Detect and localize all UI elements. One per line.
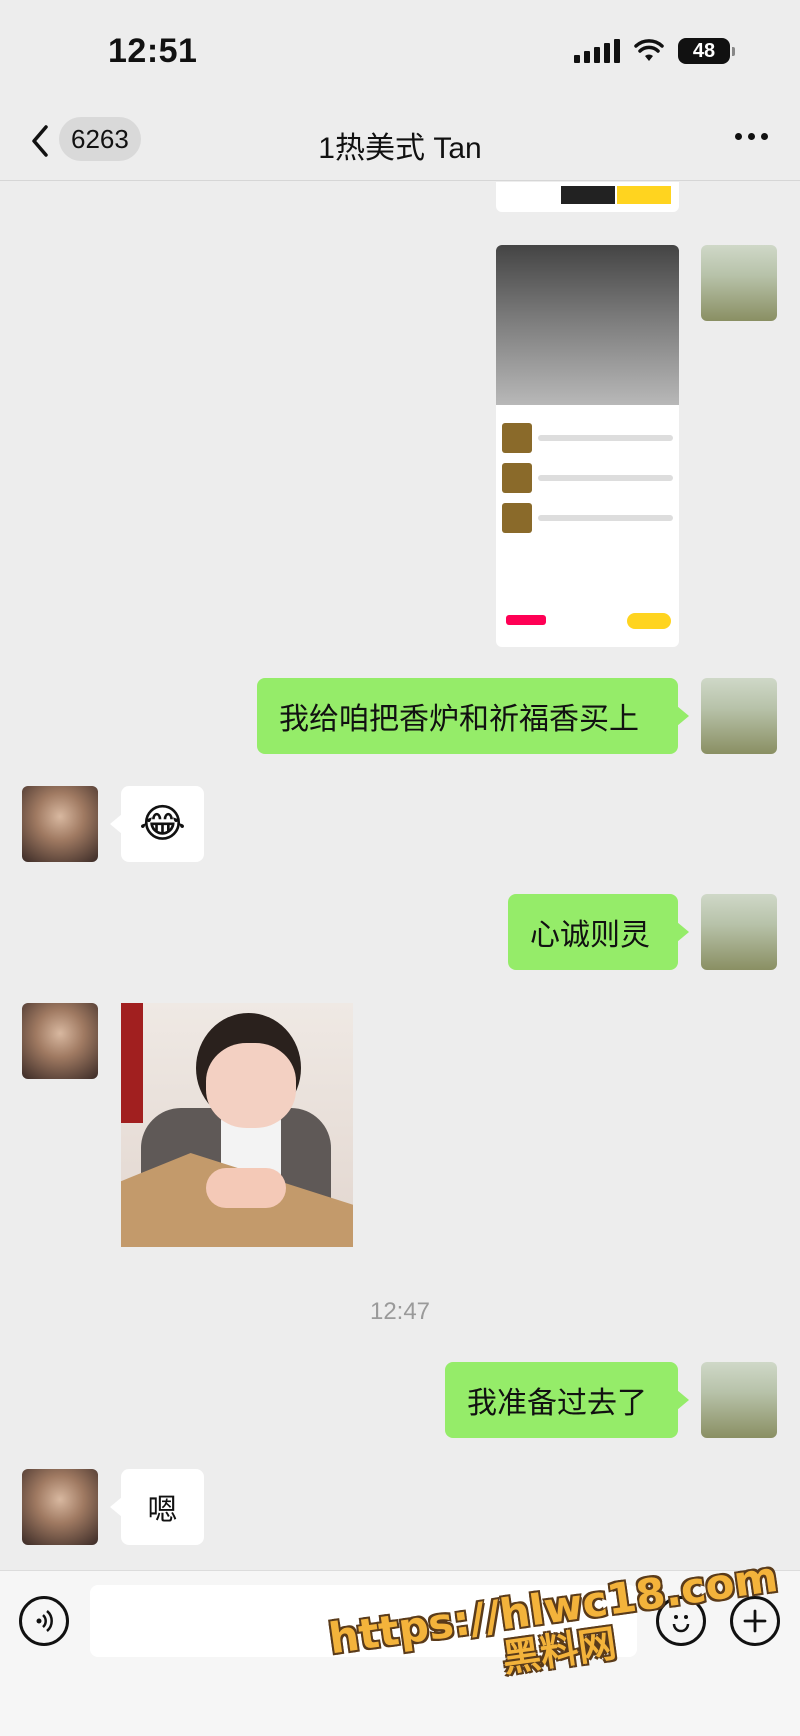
message-timestamp: 12:47 [369, 1298, 431, 1325]
image-message-screenshot[interactable] [496, 245, 679, 647]
status-time: 12:51 [108, 32, 198, 70]
chat-header: 6263 1热美式 Tan [0, 105, 800, 181]
my-avatar[interactable] [701, 678, 777, 754]
my-avatar[interactable] [701, 894, 777, 970]
wifi-icon [634, 39, 664, 61]
contact-avatar[interactable] [22, 786, 98, 862]
chat-message-list[interactable]: 我给咱把香炉和祈福香买上 😂 心诚则灵 12:47 我准备过去了 嗯 [0, 182, 800, 1570]
contact-avatar[interactable] [22, 1469, 98, 1545]
emoji-message[interactable]: 😂 [110, 786, 204, 862]
image-message-baby-sticker[interactable] [121, 1003, 353, 1247]
chat-title: 1热美式 Tan [318, 132, 482, 165]
status-icons: 48 [574, 38, 735, 64]
cellular-signal-icon [574, 39, 620, 63]
contact-avatar[interactable] [22, 1003, 98, 1079]
more-options-icon[interactable] [735, 133, 768, 140]
voice-input-icon[interactable] [19, 1596, 69, 1646]
my-avatar[interactable] [701, 1362, 777, 1438]
message-bubble-sent[interactable]: 我给咱把香炉和祈福香买上 [257, 678, 689, 754]
message-bubble-sent[interactable]: 我准备过去了 [445, 1362, 689, 1438]
message-bubble-sent[interactable]: 心诚则灵 [508, 894, 689, 970]
battery-icon: 48 [678, 38, 735, 64]
my-avatar[interactable] [701, 245, 777, 321]
status-bar: 12:51 48 [0, 0, 800, 105]
message-bubble-received[interactable]: 嗯 [110, 1469, 204, 1545]
image-message-partial[interactable] [496, 182, 679, 212]
